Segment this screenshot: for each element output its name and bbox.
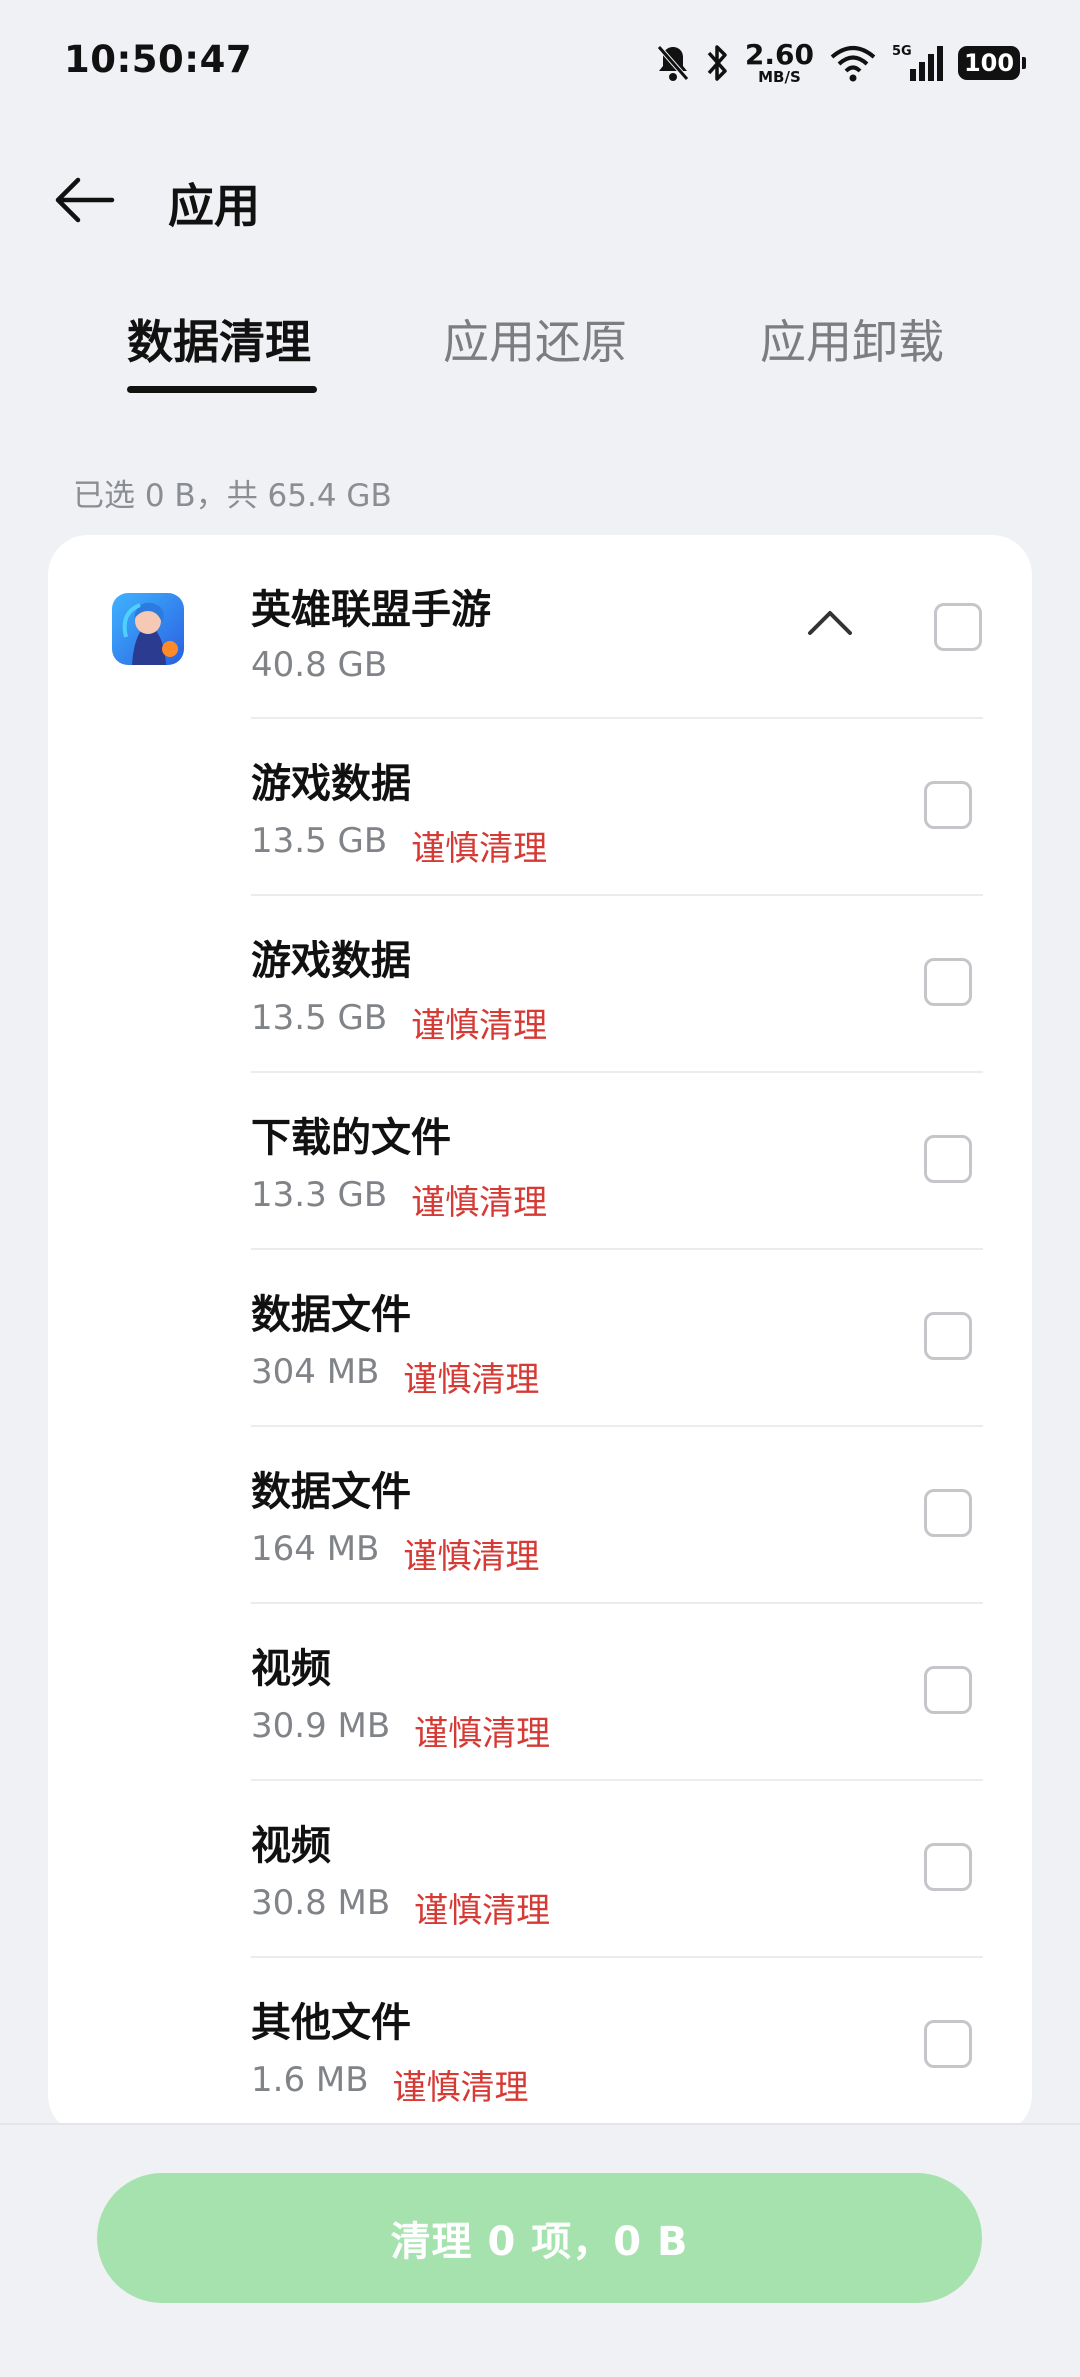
item-size: 164 MB [251,1529,380,1569]
item-size: 304 MB [251,1352,380,1392]
item-size: 13.5 GB [251,821,388,861]
top-app-bar: 应用 [0,150,1080,250]
item-label: 视频 [251,1646,331,1692]
item-size: 1.6 MB [251,2060,369,2100]
item-checkbox[interactable] [924,1489,972,1537]
selection-summary: 已选 0 B，共 65.4 GB [73,478,392,514]
caution-label: 谨慎清理 [414,1714,551,1754]
item-size: 30.8 MB [251,1883,391,1923]
back-arrow-icon [55,177,115,223]
app-data-card: 英雄联盟手游 40.8 GB 游戏数据 13.5 GB 谨慎清理 游戏数据 13… [48,535,1032,2135]
item-label: 游戏数据 [251,938,411,984]
caution-label: 谨慎清理 [392,2068,529,2108]
item-meta: 1.6 MB 谨慎清理 [251,2060,529,2109]
status-bar: 10:50:47 2.60 MB/S 5G 100 [0,0,1080,120]
svg-text:5G: 5G [892,44,912,59]
list-item[interactable]: 数据文件 304 MB 谨慎清理 [251,1248,983,1425]
list-item[interactable]: 下载的文件 13.3 GB 谨慎清理 [251,1071,983,1248]
list-item[interactable]: 其他文件 1.6 MB 谨慎清理 [251,1956,983,2133]
app-name: 英雄联盟手游 [251,587,491,633]
network-speed: 2.60 MB/S [745,41,814,85]
app-row[interactable]: 英雄联盟手游 40.8 GB [48,535,1032,717]
item-checkbox[interactable] [924,1135,972,1183]
mute-bell-icon [657,45,689,81]
network-speed-unit: MB/S [758,68,801,86]
item-meta: 164 MB 谨慎清理 [251,1529,539,1578]
item-checkbox[interactable] [924,1666,972,1714]
tab-data-clean[interactable]: 数据清理 [127,306,311,372]
tab-app-restore[interactable]: 应用还原 [443,306,627,372]
item-meta: 13.3 GB 谨慎清理 [251,1175,547,1224]
item-label: 其他文件 [251,2000,411,2046]
caution-label: 谨慎清理 [403,1360,540,1400]
list-item[interactable]: 视频 30.8 MB 谨慎清理 [251,1779,983,1956]
list-item[interactable]: 游戏数据 13.5 GB 谨慎清理 [251,894,983,1071]
bottom-action-bar: 清理 0 项，0 B [0,2123,1080,2377]
bluetooth-icon [707,45,727,81]
item-meta: 13.5 GB 谨慎清理 [251,821,547,870]
caution-label: 谨慎清理 [414,1891,551,1931]
game-icon [112,593,184,665]
item-meta: 304 MB 谨慎清理 [251,1352,539,1401]
item-checkbox[interactable] [924,958,972,1006]
caution-label: 谨慎清理 [411,829,548,869]
cellular-signal-icon: 5G [892,44,943,81]
item-label: 数据文件 [251,1292,411,1338]
item-label: 视频 [251,1823,331,1869]
item-checkbox[interactable] [924,2020,972,2068]
active-tab-indicator [127,386,317,393]
wifi-icon [830,46,876,82]
tab-app-uninstall[interactable]: 应用卸载 [760,306,944,372]
item-size: 30.9 MB [251,1706,391,1746]
back-button[interactable] [44,168,124,232]
tab-bar: 数据清理 应用还原 应用卸载 [0,290,1080,400]
app-size: 40.8 GB [251,645,388,685]
status-icons: 2.60 MB/S 5G 100 [655,36,1026,90]
item-label: 游戏数据 [251,761,411,807]
clean-button[interactable]: 清理 0 项，0 B [97,2173,982,2303]
item-checkbox[interactable] [924,1312,972,1360]
list-item[interactable]: 游戏数据 13.5 GB 谨慎清理 [251,717,983,894]
page-title: 应用 [168,179,260,233]
item-checkbox[interactable] [924,781,972,829]
item-meta: 13.5 GB 谨慎清理 [251,998,547,1047]
caution-label: 谨慎清理 [411,1183,548,1223]
chevron-up-icon[interactable] [802,603,858,643]
list-item[interactable]: 数据文件 164 MB 谨慎清理 [251,1425,983,1602]
item-meta: 30.8 MB 谨慎清理 [251,1883,550,1932]
status-time: 10:50:47 [64,38,253,81]
app-checkbox[interactable] [934,603,982,651]
item-checkbox[interactable] [924,1843,972,1891]
battery-indicator: 100 [958,46,1026,80]
list-item[interactable]: 视频 30.9 MB 谨慎清理 [251,1602,983,1779]
caution-label: 谨慎清理 [403,1537,540,1577]
item-label: 下载的文件 [251,1115,451,1161]
item-label: 数据文件 [251,1469,411,1515]
caution-label: 谨慎清理 [411,1006,548,1046]
item-size: 13.3 GB [251,1175,388,1215]
network-speed-value: 2.60 [744,38,814,71]
item-meta: 30.9 MB 谨慎清理 [251,1706,550,1755]
item-size: 13.5 GB [251,998,388,1038]
